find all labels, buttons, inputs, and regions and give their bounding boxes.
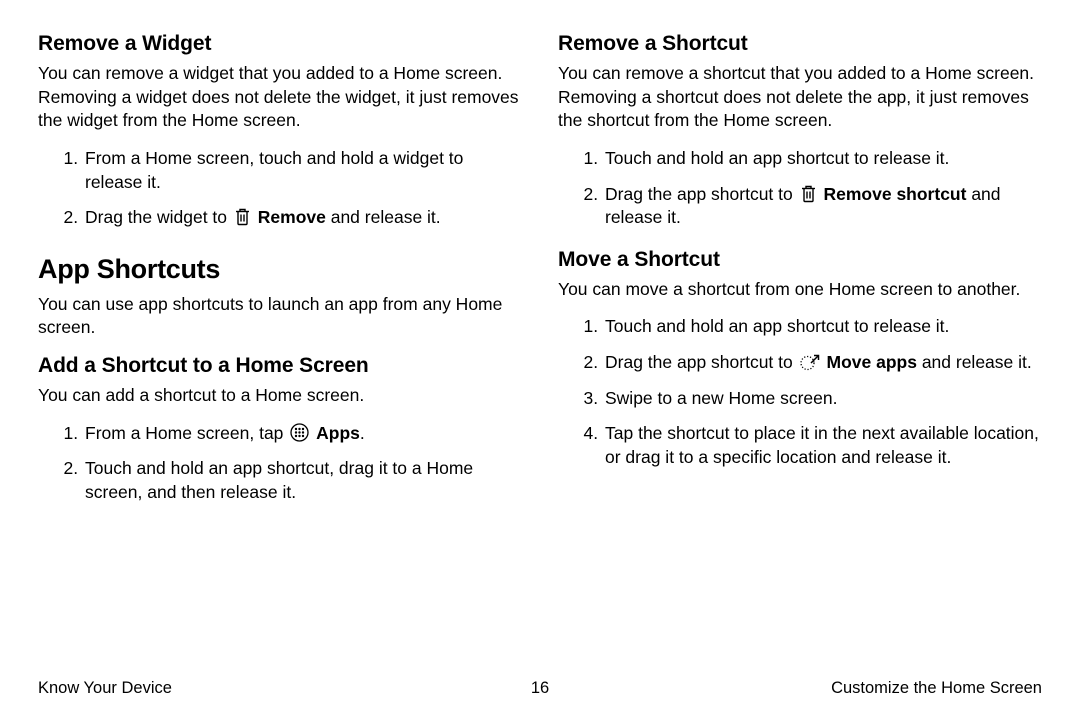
bold-label: Move apps [827,352,917,372]
step-text: Drag the widget to [85,207,232,227]
list-item: Drag the widget to Remove and release it… [83,206,522,230]
step-text: Drag the app shortcut to [605,352,798,372]
page-footer: Know Your Device 16 Customize the Home S… [38,679,1042,698]
list-item: Touch and hold an app shortcut, drag it … [83,457,522,504]
trash-icon [800,184,817,203]
list-item: Touch and hold an app shortcut to releas… [603,315,1042,339]
list-item: Drag the app shortcut to Move apps and r… [603,351,1042,375]
list-item: Tap the shortcut to place it in the next… [603,422,1042,469]
list-item: Drag the app shortcut to Remove shortcut… [603,183,1042,230]
apps-icon [290,423,309,442]
footer-right: Customize the Home Screen [831,679,1042,698]
add-shortcut-steps: From a Home screen, tap Apps. Touch and … [38,422,522,505]
move-shortcut-steps: Touch and hold an app shortcut to releas… [558,315,1042,469]
right-column: Remove a Shortcut You can remove a short… [558,30,1042,670]
step-text: Drag the app shortcut to [605,184,798,204]
remove-widget-intro: You can remove a widget that you added t… [38,62,522,133]
list-item: Swipe to a new Home screen. [603,387,1042,411]
step-text: . [360,423,365,443]
remove-shortcut-intro: You can remove a shortcut that you added… [558,62,1042,133]
list-item: Touch and hold an app shortcut to releas… [603,147,1042,171]
add-shortcut-intro: You can add a shortcut to a Home screen. [38,384,522,408]
remove-widget-heading: Remove a Widget [38,32,522,56]
move-shortcut-heading: Move a Shortcut [558,248,1042,272]
remove-shortcut-heading: Remove a Shortcut [558,32,1042,56]
step-text: From a Home screen, tap [85,423,288,443]
list-item: From a Home screen, tap Apps. [83,422,522,446]
footer-left: Know Your Device [38,679,172,698]
move-shortcut-intro: You can move a shortcut from one Home sc… [558,278,1042,302]
add-shortcut-heading: Add a Shortcut to a Home Screen [38,354,522,378]
page-number: 16 [531,679,549,698]
step-text: and release it. [326,207,441,227]
list-item: From a Home screen, touch and hold a wid… [83,147,522,194]
move-apps-icon [800,352,820,371]
bold-label: Apps [316,423,360,443]
remove-shortcut-steps: Touch and hold an app shortcut to releas… [558,147,1042,230]
app-shortcuts-intro: You can use app shortcuts to launch an a… [38,293,522,340]
left-column: Remove a Widget You can remove a widget … [38,30,522,670]
trash-icon [234,207,251,226]
step-text: and release it. [917,352,1032,372]
bold-label: Remove [258,207,326,227]
app-shortcuts-heading: App Shortcuts [38,254,522,285]
remove-widget-steps: From a Home screen, touch and hold a wid… [38,147,522,230]
bold-label: Remove shortcut [824,184,967,204]
